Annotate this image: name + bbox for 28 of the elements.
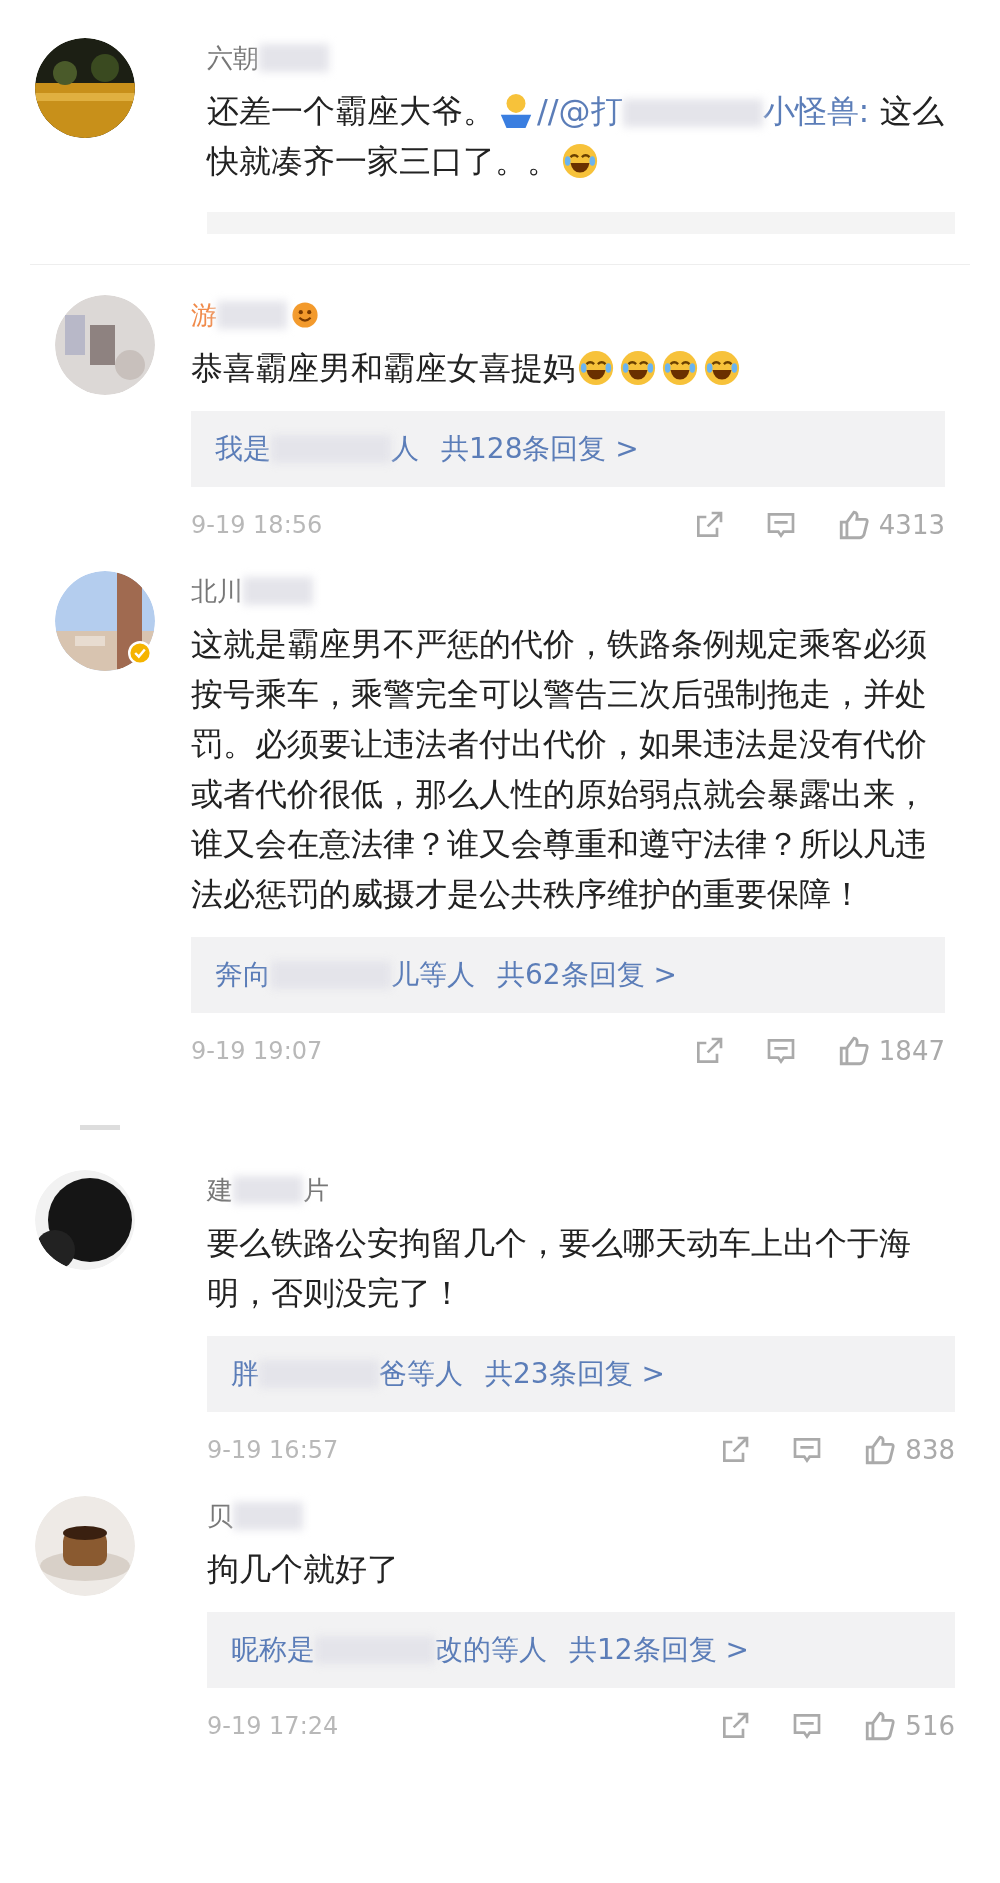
username[interactable]: 建 片	[207, 1172, 329, 1208]
replies-link[interactable]: 奔向 儿等人 共62条回复 >	[191, 937, 945, 1013]
comment-text: 恭喜霸座男和霸座女喜提妈	[191, 343, 945, 393]
comment-text: 这就是霸座男不严惩的代价，铁路条例规定乘客必须按号乘车，乘警完全可以警告三次后强制拖走，并处罚。必须要让违法者付出代价，如果违法是没有代价或者代价很低，那么人性的原始弱点就会暴露出来，谁又会在意法律？谁又会尊重和遵守法律？所以凡违法必惩罚的威摄才是公共秩序维护的重要保障！	[191, 624, 928, 915]
like-button[interactable]: 4313	[836, 508, 945, 542]
laughing-face-icon	[619, 349, 657, 387]
replies-link[interactable]: 胖 爸等人 共23条回复 >	[207, 1336, 955, 1412]
laughing-face-icon	[561, 142, 599, 180]
timestamp: 9-19 18:56	[191, 511, 324, 539]
thumbs-up-icon	[863, 1433, 898, 1467]
laughing-face-icon	[703, 349, 741, 387]
replies-link[interactable]: 我是 人 共128条回复 >	[191, 411, 945, 487]
comment-text: 还差一个霸座大爷。 //@打 小怪兽: 这么快就凑齐一家三口了。。	[207, 91, 945, 182]
comment-text: 拘几个就好了	[207, 1549, 400, 1590]
username[interactable]: 北川	[191, 573, 313, 609]
thumbs-up-icon	[863, 1709, 898, 1743]
username[interactable]: 六朝	[207, 40, 329, 76]
like-button[interactable]: 838	[863, 1433, 955, 1467]
laughing-face-icon	[661, 349, 699, 387]
like-button[interactable]: 516	[863, 1709, 955, 1743]
laughing-face-icon	[577, 349, 615, 387]
like-button[interactable]: 1847	[836, 1034, 945, 1068]
timestamp: 9-19 17:24	[207, 1712, 340, 1740]
comment-text: 要么铁路公安拘留几个，要么哪天动车上出个于海明，否则没完了！	[207, 1223, 912, 1314]
timestamp: 9-19 19:07	[191, 1037, 324, 1065]
timestamp: 9-19 16:57	[207, 1436, 340, 1464]
replies-link[interactable]: 昵称是 改的等人 共12条回复 >	[207, 1612, 955, 1688]
mention-link[interactable]: //@打 小怪兽:	[537, 92, 870, 130]
